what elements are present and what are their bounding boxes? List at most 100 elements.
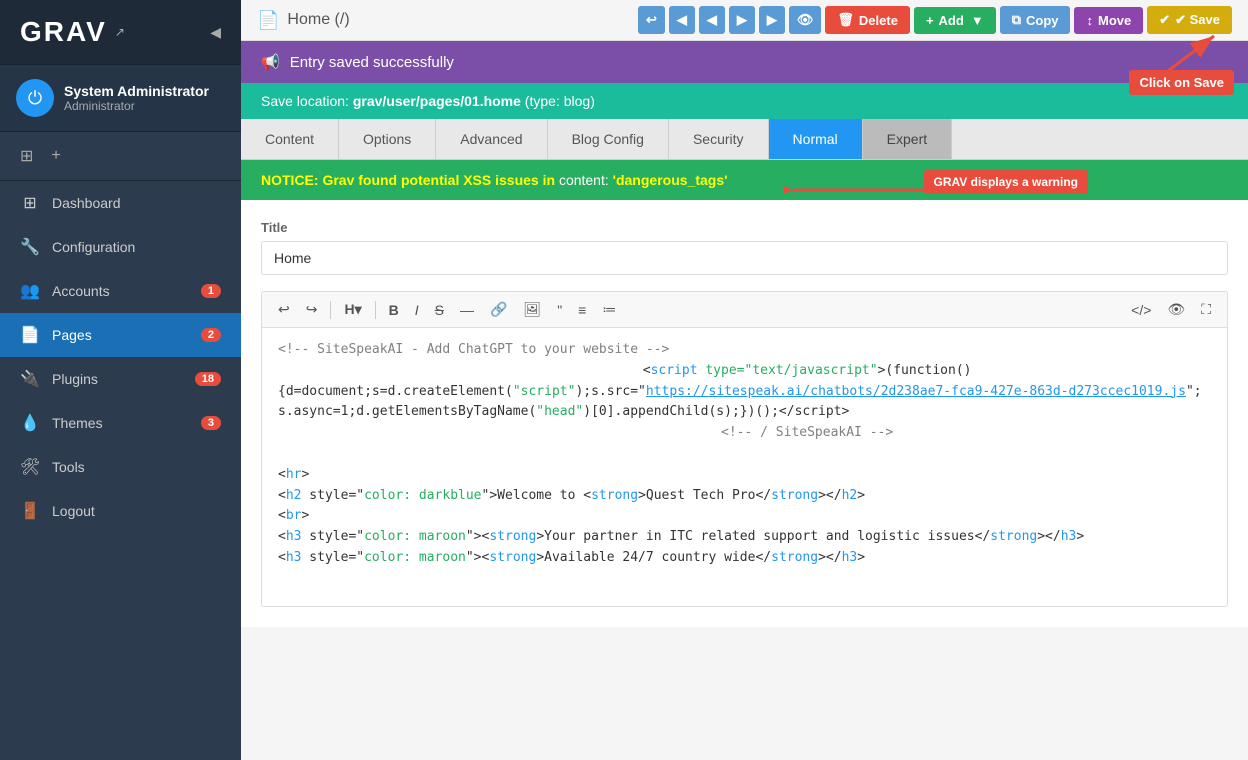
editor-hr[interactable]: — bbox=[454, 299, 480, 321]
copy-icon: ⧉ bbox=[1012, 12, 1021, 28]
editor-redo[interactable]: ↪ bbox=[300, 298, 324, 321]
add-button[interactable]: + Add ▼ bbox=[914, 7, 996, 34]
save-location-type: type: blog bbox=[529, 93, 590, 109]
sidebar-item-label: Logout bbox=[52, 503, 221, 519]
editor-right-buttons: </> 👁 ⛶ bbox=[1125, 298, 1217, 321]
back-button[interactable]: ↩ bbox=[638, 6, 665, 34]
move-icon: ↕ bbox=[1086, 13, 1093, 28]
user-name: System Administrator bbox=[64, 83, 209, 99]
sidebar-item-accounts[interactable]: 👥 Accounts 1 bbox=[0, 269, 241, 313]
sidebar-actions: ⊞ + bbox=[0, 132, 241, 181]
tab-blog-config[interactable]: Blog Config bbox=[548, 119, 669, 159]
sidebar-item-label: Accounts bbox=[52, 283, 201, 299]
tools-icon: 🛠 bbox=[20, 457, 40, 477]
alert-info: Save location: grav/user/pages/01.home (… bbox=[241, 83, 1248, 119]
xss-warning-container: NOTICE: Grav found potential XSS issues … bbox=[241, 160, 1248, 200]
code-line-7: <h2 style="color: darkblue">Welcome to <… bbox=[278, 486, 1211, 507]
external-link-icon[interactable]: ↗ bbox=[115, 25, 125, 39]
dashboard-icon: ⊞ bbox=[20, 193, 40, 213]
code-line-2: <script type="text/javascript">(function… bbox=[278, 361, 1211, 382]
page-icon: 📄 bbox=[257, 10, 279, 31]
editor-ordered-list[interactable]: ≔ bbox=[596, 298, 622, 321]
next-button-1[interactable]: ▶ bbox=[729, 6, 755, 34]
user-info: System Administrator Administrator bbox=[64, 83, 209, 113]
tab-expert[interactable]: Expert bbox=[863, 119, 952, 159]
configuration-icon: 🔧 bbox=[20, 237, 40, 257]
tab-security[interactable]: Security bbox=[669, 119, 769, 159]
logout-icon: 🚪 bbox=[20, 501, 40, 521]
page-form: Title ↩ ↪ H▾ B I S — 🔗 🖼 " bbox=[241, 200, 1248, 627]
xss-content-label: content: bbox=[559, 172, 613, 188]
page-title-area: 📄 Home (/) bbox=[257, 10, 350, 31]
code-line-1: <!-- SiteSpeakAI - Add ChatGPT to your w… bbox=[278, 340, 1211, 361]
tab-advanced[interactable]: Advanced bbox=[436, 119, 547, 159]
title-form-group: Title bbox=[261, 220, 1228, 275]
preview-button[interactable]: 👁 bbox=[789, 6, 822, 34]
sidebar-item-plugins[interactable]: 🔌 Plugins 18 bbox=[0, 357, 241, 401]
sidebar-item-label: Themes bbox=[52, 415, 201, 431]
tab-options[interactable]: Options bbox=[339, 119, 436, 159]
editor-preview[interactable]: 👁 bbox=[1161, 298, 1191, 321]
plugins-icon: 🔌 bbox=[20, 369, 40, 389]
code-line-4: <!-- / SiteSpeakAI --> bbox=[278, 423, 1211, 444]
editor-toolbar: ↩ ↪ H▾ B I S — 🔗 🖼 " ≡ ≔ </> 👁 bbox=[261, 291, 1228, 327]
avatar: ⏻ bbox=[16, 79, 54, 117]
copy-button[interactable]: ⧉ Copy bbox=[1000, 6, 1071, 34]
code-line-8: <br> bbox=[278, 506, 1211, 527]
move-button[interactable]: ↕ Move bbox=[1074, 7, 1143, 34]
user-role: Administrator bbox=[64, 99, 209, 113]
editor-strikethrough[interactable]: S bbox=[429, 299, 450, 321]
sidebar-item-themes[interactable]: 💧 Themes 3 bbox=[0, 401, 241, 445]
trash-icon: 🗑 bbox=[837, 12, 854, 28]
add-dropdown-icon: ▼ bbox=[971, 13, 984, 28]
sidebar-item-configuration[interactable]: 🔧 Configuration bbox=[0, 225, 241, 269]
sidebar-item-label: Configuration bbox=[52, 239, 221, 255]
tab-normal[interactable]: Normal bbox=[769, 119, 863, 159]
sidebar-item-label: Dashboard bbox=[52, 195, 221, 211]
prev-button-1[interactable]: ◀ bbox=[669, 6, 695, 34]
editor-italic[interactable]: I bbox=[409, 299, 425, 321]
sidebar-item-tools[interactable]: 🛠 Tools bbox=[0, 445, 241, 489]
editor-bold[interactable]: B bbox=[383, 299, 405, 321]
themes-icon: 💧 bbox=[20, 413, 40, 433]
sidebar: GRAV ↗ ◀ ⏻ System Administrator Administ… bbox=[0, 0, 241, 760]
editor-image[interactable]: 🖼 bbox=[517, 298, 547, 321]
top-toolbar: 📄 Home (/) ↩ ◀ ◀ ▶ ▶ 👁 🗑 Delete + Add ▼ … bbox=[241, 0, 1248, 41]
delete-button[interactable]: 🗑 Delete bbox=[825, 6, 910, 34]
next-button-2[interactable]: ▶ bbox=[759, 6, 785, 34]
editor-code[interactable]: </> bbox=[1125, 298, 1157, 321]
editor-sep-2 bbox=[375, 301, 376, 319]
editor-quote[interactable]: " bbox=[551, 299, 568, 321]
title-label: Title bbox=[261, 220, 1228, 235]
tab-content[interactable]: Content bbox=[241, 119, 339, 159]
sidebar-item-label: Pages bbox=[52, 327, 201, 343]
megaphone-icon: 📢 bbox=[261, 53, 280, 71]
sidebar-collapse-btn[interactable]: ◀ bbox=[210, 24, 221, 41]
check-icon: ✔ bbox=[1159, 12, 1170, 28]
editor-heading[interactable]: H▾ bbox=[338, 298, 367, 321]
themes-badge: 3 bbox=[201, 416, 221, 430]
editor-fullscreen[interactable]: ⛶ bbox=[1195, 298, 1217, 321]
accounts-icon: 👥 bbox=[20, 281, 40, 301]
plugins-badge: 18 bbox=[195, 372, 221, 386]
code-editor[interactable]: <!-- SiteSpeakAI - Add ChatGPT to your w… bbox=[261, 327, 1228, 607]
page-title: Home (/) bbox=[287, 11, 349, 29]
sidebar-item-pages[interactable]: 📄 Pages 2 bbox=[0, 313, 241, 357]
sidebar-logo-area: GRAV ↗ ◀ bbox=[0, 0, 241, 65]
code-line-6: <hr> bbox=[278, 465, 1211, 486]
sidebar-item-logout[interactable]: 🚪 Logout bbox=[0, 489, 241, 533]
sidebar-item-label: Tools bbox=[52, 459, 221, 475]
editor-link[interactable]: 🔗 bbox=[484, 298, 513, 321]
sidebar-item-label: Plugins bbox=[52, 371, 195, 387]
editor-undo[interactable]: ↩ bbox=[272, 298, 296, 321]
sidebar-item-dashboard[interactable]: ⊞ Dashboard bbox=[0, 181, 241, 225]
content-area: 📢 Entry saved successfully Save location… bbox=[241, 41, 1248, 760]
prev-button-2[interactable]: ◀ bbox=[699, 6, 725, 34]
title-input[interactable] bbox=[261, 241, 1228, 275]
accounts-badge: 1 bbox=[201, 284, 221, 298]
sidebar-add-btn[interactable]: + bbox=[47, 143, 64, 169]
save-button[interactable]: ✔ ✔ Save bbox=[1147, 6, 1232, 34]
sidebar-grid-btn[interactable]: ⊞ bbox=[16, 142, 37, 170]
user-section: ⏻ System Administrator Administrator bbox=[0, 65, 241, 132]
editor-unordered-list[interactable]: ≡ bbox=[572, 299, 592, 321]
